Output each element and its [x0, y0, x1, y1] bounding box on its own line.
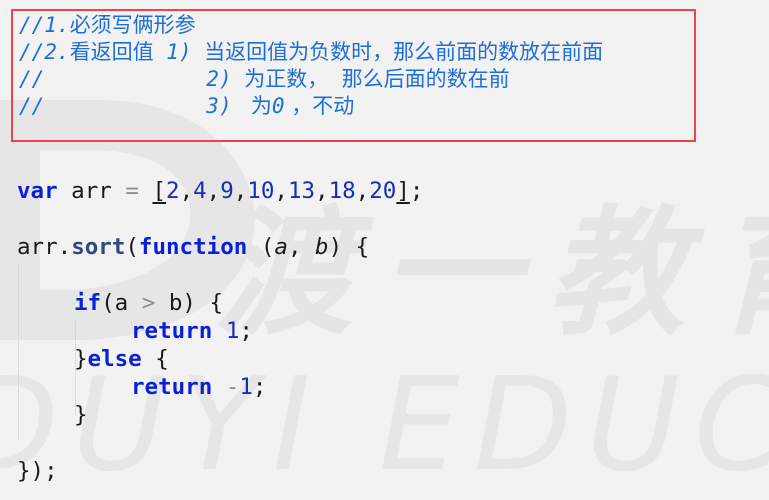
comment-item-number: 2)	[206, 67, 245, 91]
param-b: b	[315, 234, 329, 260]
code-line-else: }else {	[74, 345, 169, 373]
operator-gt: >	[141, 290, 156, 316]
method-sort: sort	[71, 234, 126, 260]
keyword-else: else	[87, 346, 142, 372]
comma: ,	[206, 178, 221, 204]
array-value: 9	[220, 178, 234, 204]
brace-close: }	[74, 402, 88, 428]
watermark-english-text: DUYI EDUCATION	[0, 351, 769, 500]
comment-item-number: 3)	[206, 94, 245, 118]
code-line-return-1: return 1;	[131, 317, 253, 345]
number-literal: 1	[239, 374, 253, 400]
keyword-function: function	[138, 234, 248, 260]
comma: ,	[233, 178, 248, 204]
comment-item-number: 1)	[153, 40, 205, 64]
array-value: 4	[193, 178, 207, 204]
comment-highlight-box: //1.必须写俩形参 //2.看返回值 1) 当返回值为负数时，那么前面的数放在…	[11, 9, 696, 142]
semicolon: ;	[239, 318, 253, 344]
comment-text: 当返回值为负数时，那么前面的数放在前面	[204, 40, 604, 64]
paren-open: (	[125, 234, 139, 260]
comment-text: 看返回值	[69, 40, 154, 64]
identifier-arr: arr.	[17, 234, 72, 260]
comment-line-3: //2) 为正数， 那么后面的数在前	[19, 66, 510, 92]
code-line-close-sort: });	[17, 457, 58, 485]
operator-minus: -	[225, 374, 240, 400]
semicolon: ;	[409, 178, 424, 204]
watermark-chinese-text: 渡一教育	[215, 193, 769, 354]
array-value: 13	[287, 178, 316, 204]
comment-text: 为	[244, 94, 272, 118]
comment-line-4: //3) 为0 ，不动	[19, 93, 354, 119]
keyword-return: return	[131, 374, 213, 400]
comma: ,	[315, 178, 329, 204]
comma: ,	[274, 178, 288, 204]
comma: ,	[355, 178, 370, 204]
array-values: 2,4,9,10,13,18,20	[166, 178, 396, 204]
closing-tokens: });	[17, 458, 58, 484]
operator-assign: =	[125, 178, 139, 204]
params-close: ) {	[328, 234, 370, 260]
code-line-if: if(a > b) {	[74, 289, 223, 317]
code-editor-view: 渡一教育 DUYI EDUCATION //1.必须写俩形参 //2.看返回值 …	[0, 0, 769, 500]
comment-text: ，不动	[284, 94, 355, 118]
bracket-open: [	[152, 178, 167, 204]
code-line-var-arr: var arr = [2,4,9,10,13,18,20];	[17, 177, 423, 205]
comment-line-2: //2.看返回值 1) 当返回值为负数时，那么前面的数放在前面	[19, 39, 603, 65]
params-open: (	[247, 234, 275, 260]
code-line-sort-call: arr.sort(function (a, b) {	[17, 233, 369, 261]
comma: ,	[287, 234, 316, 260]
keyword-if: if	[74, 290, 102, 316]
code-block: var arr = [2,4,9,10,13,18,20]; arr.sort(…	[0, 0, 423, 484]
identifier-arr: arr	[57, 178, 126, 204]
code-line-return-neg1: return -1;	[131, 373, 266, 401]
array-value: 20	[369, 178, 397, 204]
param-a: a	[274, 234, 288, 260]
bracket-close: ]	[396, 178, 410, 204]
array-value: 10	[247, 178, 275, 204]
comment-text: 为正数， 那么后面的数在前	[244, 67, 510, 91]
comma: ,	[179, 178, 194, 204]
keyword-var: var	[17, 178, 58, 204]
array-value: 18	[328, 178, 356, 204]
code-line-close-if: }	[74, 401, 88, 429]
comment-zero: 0	[271, 94, 285, 118]
number-literal: 1	[225, 318, 240, 344]
array-value: 2	[166, 178, 180, 204]
keyword-return: return	[131, 318, 213, 344]
condition-right: b) {	[155, 290, 224, 316]
brace-close: }	[74, 346, 88, 372]
semicolon: ;	[252, 374, 267, 400]
brace-open: {	[141, 346, 169, 372]
condition-left: (a	[101, 290, 142, 316]
comment-text: 必须写俩形参	[69, 13, 196, 37]
